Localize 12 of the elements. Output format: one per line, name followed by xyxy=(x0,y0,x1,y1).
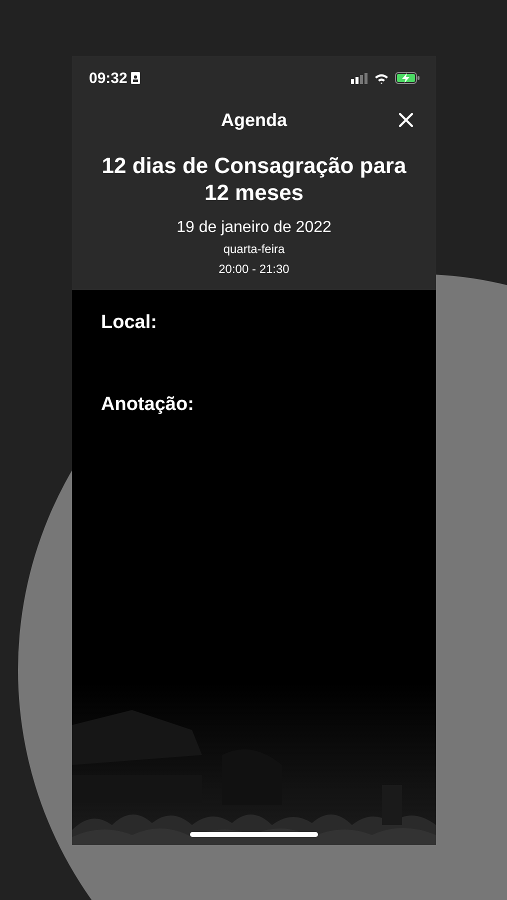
event-date: 19 de janeiro de 2022 xyxy=(176,219,332,237)
id-card-icon xyxy=(131,72,140,84)
field-label: Local: xyxy=(101,312,157,334)
signal-icon xyxy=(351,72,368,84)
wifi-icon xyxy=(374,72,389,84)
event-weekday: quarta-feira xyxy=(222,242,286,256)
event-time: 20:00 - 21:30 xyxy=(218,262,290,276)
field-label: Anotação: xyxy=(101,394,194,416)
screen-title: Agenda xyxy=(220,110,287,130)
event-title: 12 dias de Consagração para 12 meses xyxy=(100,152,408,206)
battery-charging-icon xyxy=(395,72,420,84)
status-time: 09:32 xyxy=(89,70,128,86)
